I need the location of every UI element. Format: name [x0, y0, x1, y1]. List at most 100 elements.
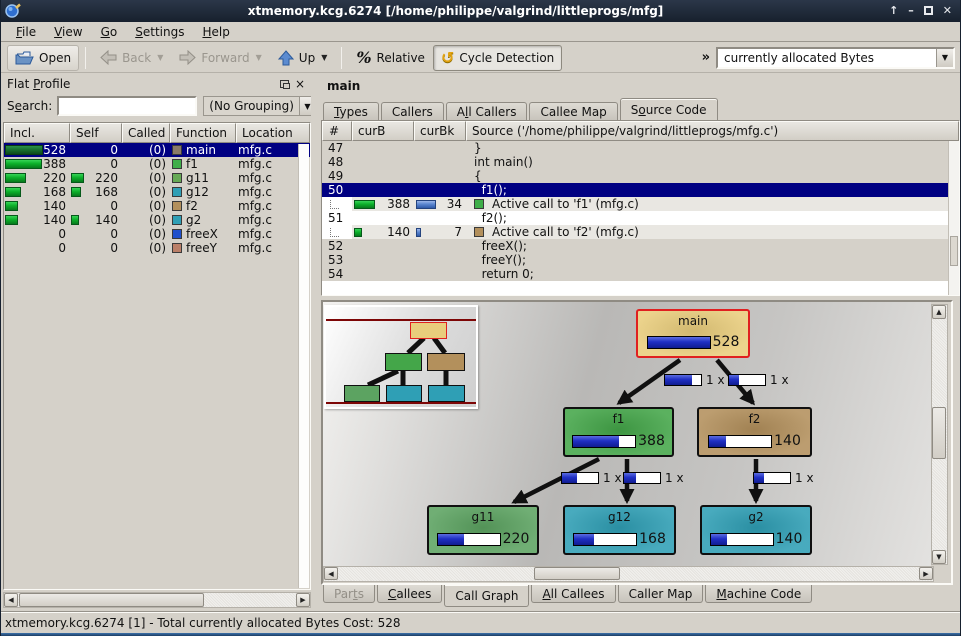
edge-call-count-label: 1 x: [623, 471, 684, 485]
line-number: 54: [322, 267, 352, 281]
column-header-called[interactable]: Called: [122, 123, 170, 143]
graph-node-g11[interactable]: g11220: [427, 505, 539, 555]
open-button[interactable]: Open: [7, 45, 79, 71]
shade-button[interactable]: ↑: [889, 1, 898, 21]
scroll-slider[interactable]: [534, 567, 620, 580]
graph-node-g2[interactable]: g2140: [700, 505, 812, 555]
scroll-right-icon[interactable]: ▶: [296, 593, 310, 607]
grouping-select[interactable]: (No Grouping) ▼: [203, 96, 316, 116]
dock-float-icon[interactable]: [280, 80, 289, 88]
tab-callee-map[interactable]: Callee Map: [529, 102, 617, 120]
source-line-52[interactable]: 52 freeX();: [322, 239, 959, 253]
table-row-f2[interactable]: 1400(0)f2mfg.c: [4, 199, 310, 213]
toolbar-overflow-button[interactable]: »: [696, 50, 716, 65]
back-dropdown-icon[interactable]: ▼: [157, 53, 163, 62]
tab-machine-code[interactable]: Machine Code: [705, 585, 812, 603]
cycle-detection-button[interactable]: ↺ Cycle Detection: [433, 45, 562, 71]
active-call-row[interactable]: 1407Active call to 'f2' (mfg.c): [322, 225, 959, 239]
column-header-function[interactable]: Function: [170, 123, 236, 143]
graph-overview-minimap[interactable]: [324, 305, 478, 409]
column-header-incl[interactable]: Incl.: [4, 123, 70, 143]
curBk-cell: [414, 183, 466, 197]
combo-arrow-icon[interactable]: ▼: [936, 49, 953, 67]
col-source[interactable]: Source ('/home/philippe/valgrind/littlep…: [466, 121, 959, 141]
source-line-49[interactable]: 49{: [322, 169, 959, 183]
table-row-g11[interactable]: 220220(0)g11mfg.c: [4, 171, 310, 185]
scroll-up-icon[interactable]: ▲: [932, 305, 946, 319]
function-name: freeY: [186, 241, 217, 255]
tab-all-callees[interactable]: All Callees: [531, 585, 615, 603]
flat-profile-hscrollbar[interactable]: ◀ ▶: [3, 592, 311, 608]
self-bar: [71, 187, 81, 197]
menu-item-help[interactable]: Help: [193, 24, 238, 40]
up-dropdown-icon[interactable]: ▼: [321, 53, 327, 62]
col-curBk[interactable]: curBk: [414, 121, 466, 141]
tab-callers[interactable]: Callers: [381, 102, 444, 120]
line-number: 51: [322, 211, 352, 225]
close-button[interactable]: ✕: [943, 1, 952, 21]
search-input[interactable]: [57, 96, 197, 116]
scroll-left-icon[interactable]: ◀: [324, 567, 338, 580]
maximize-button[interactable]: [924, 6, 933, 15]
source-line-51[interactable]: 51 f2();: [322, 211, 959, 225]
graph-node-g12[interactable]: g12168: [563, 505, 676, 555]
tab-source-code[interactable]: Source Code: [620, 98, 718, 120]
back-button[interactable]: Back ▼: [92, 45, 171, 71]
table-row-freeY[interactable]: 00(0)freeYmfg.c: [4, 241, 310, 255]
column-header-location[interactable]: Location: [236, 123, 310, 143]
function-cell: g12: [170, 185, 236, 199]
event-type-select[interactable]: currently allocated Bytes ▼: [716, 47, 955, 69]
self-cell: 0: [70, 143, 122, 157]
table-row-g2[interactable]: 140140(0)g2mfg.c: [4, 213, 310, 227]
source-line-48[interactable]: 48int main(): [322, 155, 959, 169]
scroll-right-icon[interactable]: ▶: [919, 567, 933, 580]
source-line-54[interactable]: 54 return 0;: [322, 267, 959, 281]
scroll-down-icon[interactable]: ▼: [932, 550, 946, 564]
graph-node-main[interactable]: main528: [636, 309, 750, 358]
incl-value: 168: [21, 185, 70, 199]
table-row-freeX[interactable]: 00(0)freeXmfg.c: [4, 227, 310, 241]
table-row-main[interactable]: 5280(0)mainmfg.c: [4, 143, 310, 157]
scroll-slider[interactable]: [932, 407, 946, 459]
table-row-f1[interactable]: 3880(0)f1mfg.c: [4, 157, 310, 171]
node-label: main: [678, 314, 708, 328]
graph-node-f1[interactable]: f1388: [563, 407, 674, 457]
titlebar[interactable]: xtmemory.kcg.6274 [/home/philippe/valgri…: [1, 0, 960, 22]
menu-item-settings[interactable]: Settings: [126, 24, 193, 40]
scroll-slider[interactable]: [19, 593, 204, 607]
source-line-53[interactable]: 53 freeY();: [322, 253, 959, 267]
source-vscrollbar[interactable]: [948, 141, 959, 295]
forward-dropdown-icon[interactable]: ▼: [256, 53, 262, 62]
tab-all-callers[interactable]: All Callers: [446, 102, 528, 120]
active-call-row[interactable]: 38834Active call to 'f1' (mfg.c): [322, 197, 959, 211]
graph-node-f2[interactable]: f2140: [697, 407, 812, 457]
source-line-47[interactable]: 47}: [322, 141, 959, 155]
tab-caller-map[interactable]: Caller Map: [618, 585, 704, 603]
tab-callees[interactable]: Callees: [377, 585, 442, 603]
col-curB[interactable]: curB: [352, 121, 414, 141]
scroll-left-icon[interactable]: ◀: [4, 593, 18, 607]
menu-item-go[interactable]: Go: [92, 24, 127, 40]
node-cost-bar-fill: [573, 436, 619, 447]
menu-item-view[interactable]: View: [45, 24, 91, 40]
menu-item-file[interactable]: File: [7, 24, 45, 40]
tab-parts[interactable]: Parts: [323, 585, 375, 603]
relative-toggle-button[interactable]: % Relative: [348, 45, 433, 71]
graph-vscrollbar[interactable]: ▲ ▼: [931, 304, 948, 565]
graph-hscrollbar[interactable]: ◀ ▶: [323, 566, 934, 582]
vertical-splitter[interactable]: [311, 74, 320, 610]
minimize-button[interactable]: –: [908, 1, 914, 21]
table-row-g12[interactable]: 168168(0)g12mfg.c: [4, 185, 310, 199]
forward-button[interactable]: Forward ▼: [171, 45, 269, 71]
curBk-cell: 34: [414, 197, 466, 211]
call-graph-canvas[interactable]: main528f1388f2140g11220g12168g21401 x1 x…: [323, 302, 931, 566]
source-line-50[interactable]: 50 f1();: [322, 183, 959, 197]
tab-call-graph[interactable]: Call Graph: [444, 585, 529, 607]
column-header-self[interactable]: Self: [70, 123, 122, 143]
col-line-number[interactable]: #: [322, 121, 352, 141]
up-button[interactable]: Up ▼: [270, 45, 336, 71]
tab-types[interactable]: Types: [323, 102, 379, 120]
dock-close-icon[interactable]: ×: [295, 77, 305, 91]
edge-cost-bar-fill: [624, 473, 636, 483]
flat-profile-vscrollbar[interactable]: [298, 144, 309, 588]
